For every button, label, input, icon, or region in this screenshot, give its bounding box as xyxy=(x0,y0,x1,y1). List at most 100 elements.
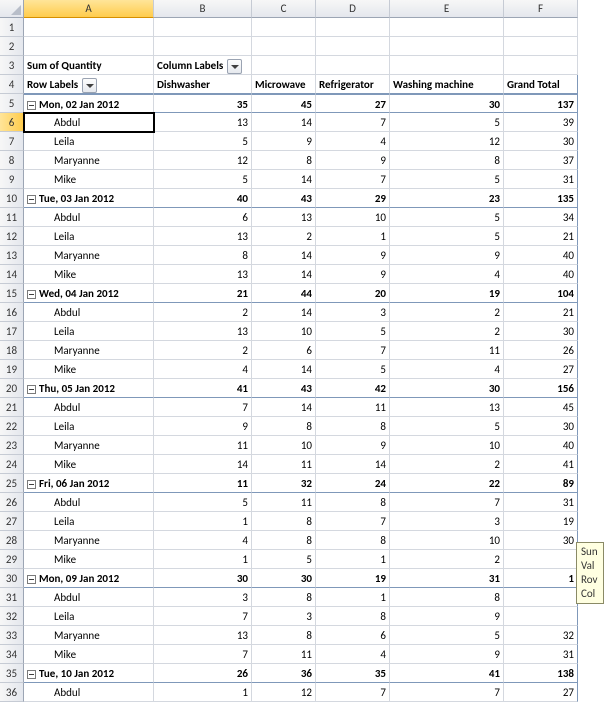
pivot-row-label[interactable]: Maryanne xyxy=(24,531,154,550)
column-header-D[interactable]: D xyxy=(316,0,390,18)
empty-cell[interactable] xyxy=(316,56,390,75)
pivot-row-label[interactable]: Abdul xyxy=(24,493,154,512)
pivot-row-label[interactable]: Abdul xyxy=(24,398,154,417)
row-header-12[interactable]: 12 xyxy=(0,227,24,246)
row-header-27[interactable]: 27 xyxy=(0,512,24,531)
pivot-row-field[interactable]: Row Labels xyxy=(24,75,154,94)
pivot-row-label[interactable]: Maryanne xyxy=(24,436,154,455)
pivot-column-field[interactable]: Column Labels xyxy=(154,56,252,75)
row-header-30[interactable]: 30 xyxy=(0,569,24,588)
collapse-icon[interactable] xyxy=(27,385,36,394)
pivot-row-label[interactable]: Abdul xyxy=(24,303,154,322)
row-header-26[interactable]: 26 xyxy=(0,493,24,512)
pivot-row-label[interactable]: Mike xyxy=(24,170,154,189)
row-header-31[interactable]: 31 xyxy=(0,588,24,607)
row-header-21[interactable]: 21 xyxy=(0,398,24,417)
empty-cell[interactable] xyxy=(154,37,252,56)
row-header-34[interactable]: 34 xyxy=(0,645,24,664)
row-header-16[interactable]: 16 xyxy=(0,303,24,322)
empty-cell[interactable] xyxy=(316,18,390,37)
row-header-2[interactable]: 2 xyxy=(0,37,24,56)
collapse-icon[interactable] xyxy=(27,195,36,204)
row-header-14[interactable]: 14 xyxy=(0,265,24,284)
empty-cell[interactable] xyxy=(24,37,154,56)
row-header-3[interactable]: 3 xyxy=(0,56,24,75)
row-header-9[interactable]: 9 xyxy=(0,170,24,189)
collapse-icon[interactable] xyxy=(27,670,36,679)
pivot-row-label[interactable]: Abdul xyxy=(24,208,154,227)
pivot-row-label[interactable]: Maryanne xyxy=(24,246,154,265)
empty-cell[interactable] xyxy=(390,37,504,56)
empty-cell[interactable] xyxy=(504,18,578,37)
pivot-row-label[interactable]: Maryanne xyxy=(24,341,154,360)
row-header-17[interactable]: 17 xyxy=(0,322,24,341)
pivot-group-header[interactable]: Tue, 03 Jan 2012 xyxy=(24,189,154,208)
row-header-13[interactable]: 13 xyxy=(0,246,24,265)
pivot-group-header[interactable]: Thu, 05 Jan 2012 xyxy=(24,379,154,398)
row-header-36[interactable]: 36 xyxy=(0,683,24,702)
pivot-row-label[interactable]: Leila xyxy=(24,132,154,151)
pivot-row-label[interactable]: Leila xyxy=(24,512,154,531)
pivot-row-label[interactable]: Leila xyxy=(24,227,154,246)
row-header-23[interactable]: 23 xyxy=(0,436,24,455)
collapse-icon[interactable] xyxy=(27,480,36,489)
pivot-row-label[interactable]: Mike xyxy=(24,265,154,284)
column-header-C[interactable]: C xyxy=(252,0,316,18)
empty-cell[interactable] xyxy=(252,37,316,56)
pivot-row-label[interactable]: Abdul xyxy=(24,588,154,607)
empty-cell[interactable] xyxy=(252,18,316,37)
empty-cell[interactable] xyxy=(252,56,316,75)
column-labels-dropdown-icon[interactable] xyxy=(227,59,242,74)
row-header-33[interactable]: 33 xyxy=(0,626,24,645)
row-header-32[interactable]: 32 xyxy=(0,607,24,626)
column-header-B[interactable]: B xyxy=(154,0,252,18)
pivot-row-label[interactable]: Leila xyxy=(24,607,154,626)
empty-cell[interactable] xyxy=(390,18,504,37)
pivot-row-label[interactable]: Abdul xyxy=(24,683,154,702)
row-header-15[interactable]: 15 xyxy=(0,284,24,303)
column-header-A[interactable]: A xyxy=(24,0,154,18)
pivot-row-label[interactable]: Mike xyxy=(24,550,154,569)
row-header-10[interactable]: 10 xyxy=(0,189,24,208)
row-header-7[interactable]: 7 xyxy=(0,132,24,151)
pivot-row-label[interactable]: Maryanne xyxy=(24,151,154,170)
row-header-1[interactable]: 1 xyxy=(0,18,24,37)
pivot-row-label[interactable]: Abdul xyxy=(24,113,154,132)
select-all-corner[interactable] xyxy=(0,0,24,18)
row-header-35[interactable]: 35 xyxy=(0,664,24,683)
row-labels-dropdown-icon[interactable] xyxy=(82,78,97,93)
collapse-icon[interactable] xyxy=(27,101,36,110)
pivot-row-label[interactable]: Leila xyxy=(24,322,154,341)
row-header-29[interactable]: 29 xyxy=(0,550,24,569)
empty-cell[interactable] xyxy=(504,37,578,56)
column-header-E[interactable]: E xyxy=(390,0,504,18)
pivot-row-label[interactable]: Mike xyxy=(24,360,154,379)
pivot-row-label[interactable]: Maryanne xyxy=(24,626,154,645)
empty-cell[interactable] xyxy=(24,18,154,37)
row-header-19[interactable]: 19 xyxy=(0,360,24,379)
pivot-group-header[interactable]: Tue, 10 Jan 2012 xyxy=(24,664,154,683)
pivot-group-header[interactable]: Fri, 06 Jan 2012 xyxy=(24,474,154,493)
collapse-icon[interactable] xyxy=(27,290,36,299)
empty-cell[interactable] xyxy=(316,37,390,56)
pivot-group-header[interactable]: Mon, 09 Jan 2012 xyxy=(24,569,154,588)
row-header-24[interactable]: 24 xyxy=(0,455,24,474)
row-header-8[interactable]: 8 xyxy=(0,151,24,170)
pivot-group-header[interactable]: Wed, 04 Jan 2012 xyxy=(24,284,154,303)
row-header-25[interactable]: 25 xyxy=(0,474,24,493)
pivot-row-label[interactable]: Leila xyxy=(24,417,154,436)
pivot-group-header[interactable]: Mon, 02 Jan 2012 xyxy=(24,94,154,113)
row-header-18[interactable]: 18 xyxy=(0,341,24,360)
row-header-4[interactable]: 4 xyxy=(0,75,24,94)
pivot-row-label[interactable]: Mike xyxy=(24,455,154,474)
collapse-icon[interactable] xyxy=(27,575,36,584)
row-header-5[interactable]: 5 xyxy=(0,94,24,113)
row-header-11[interactable]: 11 xyxy=(0,208,24,227)
empty-cell[interactable] xyxy=(504,56,578,75)
row-header-6[interactable]: 6 xyxy=(0,113,24,132)
empty-cell[interactable] xyxy=(390,56,504,75)
empty-cell[interactable] xyxy=(154,18,252,37)
pivot-row-label[interactable]: Mike xyxy=(24,645,154,664)
column-header-F[interactable]: F xyxy=(504,0,578,18)
row-header-28[interactable]: 28 xyxy=(0,531,24,550)
